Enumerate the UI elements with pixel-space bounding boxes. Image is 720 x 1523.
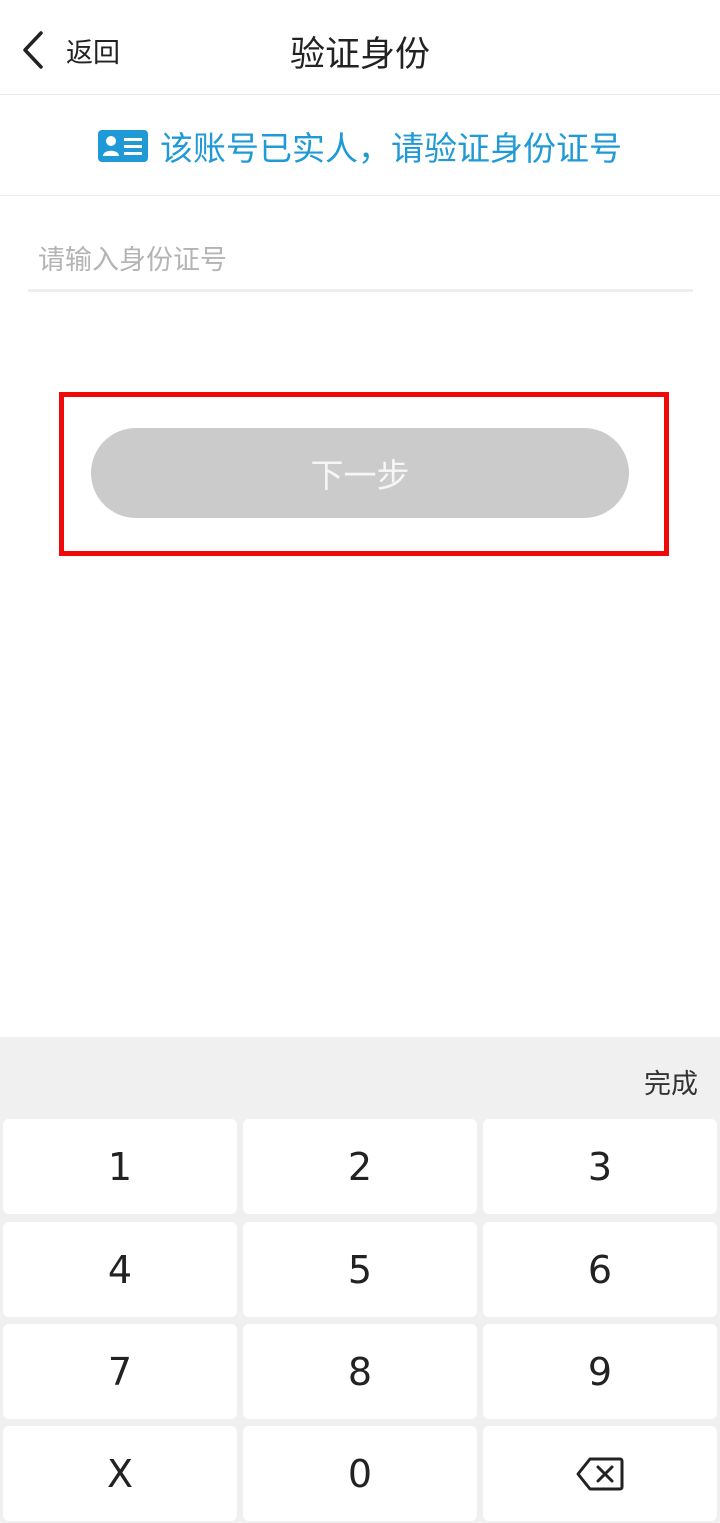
key-8[interactable]: 8 — [243, 1324, 477, 1419]
key-1[interactable]: 1 — [3, 1119, 237, 1214]
numeric-keyboard: 完成 1 2 3 4 5 6 7 8 9 X 0 — [0, 1037, 720, 1523]
key-0[interactable]: 0 — [243, 1426, 477, 1521]
id-card-icon — [98, 129, 148, 162]
done-button[interactable]: 完成 — [644, 1062, 698, 1101]
key-6[interactable]: 6 — [483, 1222, 717, 1317]
key-9[interactable]: 9 — [483, 1324, 717, 1419]
key-7[interactable]: 7 — [3, 1324, 237, 1419]
verify-identity-screen: 返回 验证身份 该账号已实人，请验证身份证号 下一步 完成 1 2 3 4 5 … — [0, 0, 720, 1523]
nav-header: 返回 验证身份 — [0, 0, 720, 95]
key-5[interactable]: 5 — [243, 1222, 477, 1317]
id-number-input[interactable] — [28, 232, 693, 292]
key-3[interactable]: 3 — [483, 1119, 717, 1214]
backspace-icon — [576, 1457, 624, 1490]
key-x[interactable]: X — [3, 1426, 237, 1521]
key-4[interactable]: 4 — [3, 1222, 237, 1317]
next-step-button[interactable]: 下一步 — [91, 428, 629, 518]
verification-notice: 该账号已实人，请验证身份证号 — [0, 96, 720, 196]
key-2[interactable]: 2 — [243, 1119, 477, 1214]
page-title: 验证身份 — [289, 35, 430, 75]
backspace-key[interactable] — [483, 1426, 717, 1521]
notice-text: 该账号已实人，请验证身份证号 — [160, 128, 622, 168]
